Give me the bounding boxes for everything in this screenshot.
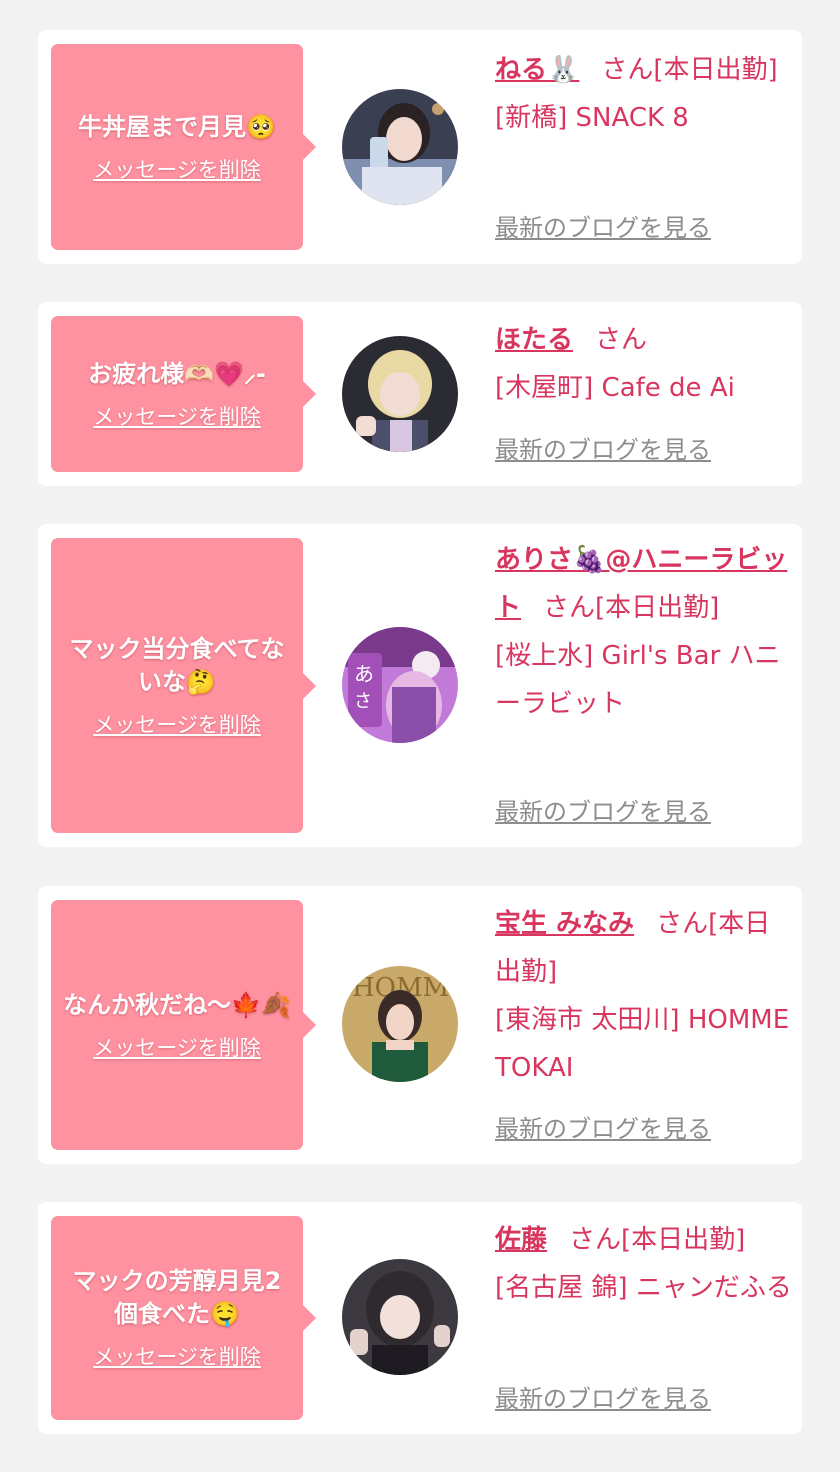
message-text: マック当分食べてないな🤔 [69,634,285,696]
delete-message-link[interactable]: メッセージを削除 [93,709,261,739]
status-label: [本日出勤] [653,55,778,85]
latest-blog-link[interactable]: 最新のブログを見る [495,212,711,244]
cast-name-link[interactable]: 佐藤 [495,1225,547,1255]
message-card: なんか秋だね〜🍁🍂 メッセージを削除 HOMME 宝生 みなみ さん[本日出勤] … [38,886,802,1164]
avatar[interactable] [342,89,458,205]
svg-text:あ: あ [354,662,374,686]
shop-label: [東海市 太田川] HOMME TOKAI [495,1005,790,1083]
message-bubble: マックの芳醇月見2個食べた🤤 メッセージを削除 [51,1216,316,1420]
message-bubble: 牛丼屋まで月見🥺 メッセージを削除 [51,44,316,250]
message-text: お疲れ様🫶🏻💗⸝- [88,359,266,388]
cast-info: ねる🐰 さん[本日出勤] [新橋] SNACK 8 [495,46,793,142]
honorific-label: さん [601,55,654,85]
latest-blog-link[interactable]: 最新のブログを見る [495,1113,711,1145]
shop-label: [新橋] SNACK 8 [495,103,689,133]
honorific-label: さん [543,593,596,623]
status-label: [本日出勤] [595,593,720,623]
message-card: マック当分食べてないな🤔 メッセージを削除 あ さ ありさ🍇@ハニーラビット さん… [38,524,802,847]
cast-name-link[interactable]: 宝生 みなみ [495,909,634,939]
latest-blog-link[interactable]: 最新のブログを見る [495,1383,711,1415]
avatar[interactable]: HOMME [342,966,458,1082]
cast-name-link[interactable]: ねる🐰 [495,55,579,85]
status-label: [本日出勤] [621,1225,746,1255]
message-text: なんか秋だね〜🍁🍂 [63,990,291,1019]
message-bubble: マック当分食べてないな🤔 メッセージを削除 [51,538,316,833]
message-card: 牛丼屋まで月見🥺 メッセージを削除 ねる🐰 さん[本日出勤] [新橋] SNACK… [38,30,802,264]
message-card: お疲れ様🫶🏻💗⸝- メッセージを削除 ほたる さん [木屋町] Cafe de A… [38,302,802,486]
shop-label: [桜上水] Girl's Bar ハニーラビット [495,641,781,719]
delete-message-link[interactable]: メッセージを削除 [93,154,261,184]
blonde-portrait-icon [342,336,458,452]
message-card: マックの芳醇月見2個食べた🤤 メッセージを削除 佐藤 さん[本日出勤] [名古屋 … [38,1202,802,1434]
cast-info: 宝生 みなみ さん[本日出勤] [東海市 太田川] HOMME TOKAI [495,900,793,1092]
purple-collage-portrait-icon: あ さ [342,627,458,743]
cast-name-link[interactable]: ほたる [495,325,573,355]
delete-message-link[interactable]: メッセージを削除 [93,1341,261,1371]
avatar[interactable] [342,1259,458,1375]
avatar[interactable]: あ さ [342,627,458,743]
honorific-label: さん [656,909,709,939]
honorific-label: さん [595,325,648,355]
message-text: マックの芳醇月見2個食べた🤤 [72,1267,282,1328]
honorific-label: さん [569,1225,622,1255]
woman-portrait-drink-icon [342,89,458,205]
delete-message-link[interactable]: メッセージを削除 [93,401,261,431]
svg-text:さ: さ [354,691,372,712]
message-text: 牛丼屋まで月見🥺 [78,112,276,141]
cast-info: ほたる さん [木屋町] Cafe de Ai [495,316,793,412]
shop-label: [木屋町] Cafe de Ai [495,373,735,403]
cast-info: ありさ🍇@ハニーラビット さん[本日出勤] [桜上水] Girl's Bar ハニ… [495,536,793,728]
delete-message-link[interactable]: メッセージを削除 [93,1032,261,1062]
latest-blog-link[interactable]: 最新のブログを見る [495,796,711,828]
dark-hair-portrait-icon [342,1259,458,1375]
avatar[interactable] [342,336,458,452]
message-list: 牛丼屋まで月見🥺 メッセージを削除 ねる🐰 さん[本日出勤] [新橋] SNACK… [0,0,840,1472]
latest-blog-link[interactable]: 最新のブログを見る [495,434,711,466]
message-bubble: お疲れ様🫶🏻💗⸝- メッセージを削除 [51,316,316,472]
gold-background-portrait-icon: HOMME [342,966,458,1082]
message-bubble: なんか秋だね〜🍁🍂 メッセージを削除 [51,900,316,1150]
cast-info: 佐藤 さん[本日出勤] [名古屋 錦] ニャンだふる [495,1216,793,1312]
shop-label: [名古屋 錦] ニャンだふる [495,1273,792,1303]
